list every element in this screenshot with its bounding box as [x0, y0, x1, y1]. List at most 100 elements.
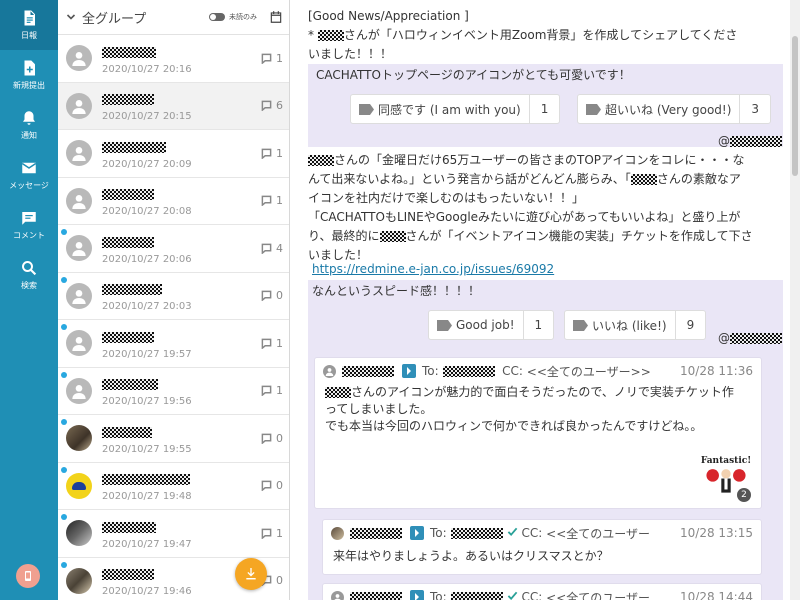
list-item[interactable]: 2020/10/27 20:16 1	[58, 35, 289, 83]
comment-count: 0	[261, 289, 283, 302]
comment-count: 1	[261, 527, 283, 540]
fantastic-sticker[interactable]: Fantastic! 2	[699, 456, 753, 502]
expand-button[interactable]	[410, 590, 424, 600]
comment-card: To: CC: <<全てのユーザー 10/28 13:15 来年はやりましょうよ…	[322, 519, 762, 575]
count-value: 1	[276, 384, 283, 398]
unread-dot	[61, 419, 67, 425]
tag-icon	[573, 319, 588, 331]
bell-icon	[23, 111, 35, 125]
pixelated-name	[730, 332, 782, 344]
unread-dot	[61, 466, 67, 473]
person-icon	[72, 384, 86, 399]
pixelated-name	[102, 284, 162, 296]
to-label: To:	[422, 364, 439, 378]
check-icon	[507, 591, 517, 600]
comment-text: ってしまいました。	[325, 402, 433, 416]
list-item[interactable]: 2020/10/27 19:47 1	[58, 510, 289, 558]
comment-time: 10/28 13:15	[680, 526, 753, 540]
nav-label: 通知	[21, 131, 37, 140]
avatar	[323, 364, 336, 378]
mention[interactable]: @	[718, 134, 782, 148]
download-icon	[246, 568, 256, 580]
list-item[interactable]: 2020/10/27 20:06 4	[58, 225, 289, 273]
cc-value: <<全てのユーザー	[546, 590, 651, 600]
scrollbar[interactable]	[790, 0, 800, 600]
nav-search[interactable]: 検索	[0, 250, 58, 300]
comment-text: でも本当は今回のハロウィンで何かできれば良かったんですけどね。。	[325, 419, 703, 433]
nav-messages[interactable]: メッセージ	[0, 150, 58, 200]
expand-button[interactable]	[410, 526, 424, 540]
list-item[interactable]: 2020/10/27 19:48 0	[58, 463, 289, 510]
reaction-label: 同感です (I am with you)	[378, 102, 521, 117]
count-value: 1	[276, 526, 283, 540]
reaction-button[interactable]: いいね (like!) 9	[564, 310, 707, 340]
avatar	[66, 187, 92, 214]
read-check	[503, 526, 522, 540]
reaction-button[interactable]: Good job! 1	[428, 310, 555, 340]
expand-button[interactable]	[402, 364, 416, 378]
comment-icon	[261, 148, 272, 159]
count-value: 1	[276, 146, 283, 160]
chevron-right-icon	[407, 367, 411, 375]
unread-dot	[61, 514, 67, 520]
list-item[interactable]: 2020/10/27 20:15 6	[58, 82, 289, 130]
chevron-down-icon[interactable]	[66, 12, 76, 22]
group-title[interactable]: 全グループ	[82, 8, 209, 27]
nav-notifications[interactable]: 通知	[0, 100, 58, 150]
nav-comments[interactable]: コメント	[0, 200, 58, 250]
list-item[interactable]: 2020/10/27 20:09 1	[58, 130, 289, 178]
pixelated-name	[630, 174, 657, 185]
pixelated-name	[102, 46, 156, 58]
comment-count: 0	[261, 432, 283, 445]
download-button[interactable]	[235, 558, 267, 590]
avatar	[66, 282, 92, 309]
comment-icon	[261, 433, 272, 444]
reaction-button[interactable]: 同感です (I am with you) 1	[350, 94, 561, 124]
row-time: 2020/10/27 20:15	[102, 111, 192, 123]
sticker-count: 2	[737, 488, 751, 502]
cc-value: <<全てのユーザー>>	[526, 364, 651, 379]
nav-daily-report[interactable]: 日報	[0, 0, 58, 50]
pixelated-name	[102, 141, 166, 153]
unread-toggle[interactable]	[209, 13, 225, 21]
list-item[interactable]: 2020/10/27 20:08 1	[58, 178, 289, 225]
pixelated-name	[102, 94, 154, 106]
reaction-button[interactable]: 超いいね (Very good!) 3	[577, 94, 772, 124]
calendar-icon[interactable]	[269, 10, 283, 24]
person-icon	[72, 99, 86, 114]
comment-body: さんのアイコンが魅力的で面白そうだったので、ノリで実装チケット作 ってしまいまし…	[315, 384, 761, 435]
phone-button[interactable]	[16, 564, 40, 588]
row-time: 2020/10/27 20:03	[102, 301, 192, 313]
comment-icon	[261, 53, 272, 64]
reaction-label: 超いいね (Very good!)	[605, 102, 732, 117]
nav-new-submit[interactable]: 新規提出	[0, 50, 58, 100]
comment-icon	[261, 290, 272, 302]
comment-count: 6	[261, 99, 283, 112]
avatar	[66, 520, 92, 547]
pixelated-name	[450, 591, 503, 600]
comment-header: To: CC: <<全てのユーザー>> 10/28 11:36	[315, 358, 761, 384]
ticket-link[interactable]: https://redmine.e-jan.co.jp/issues/69092	[312, 262, 554, 276]
person-icon	[334, 593, 341, 600]
list-item[interactable]: 2020/10/27 20:03 0	[58, 273, 289, 320]
mention[interactable]: @	[718, 331, 782, 345]
person-icon	[72, 289, 86, 304]
to-label: To:	[430, 526, 447, 540]
count-value: 1	[276, 336, 283, 350]
comment-icon	[261, 480, 272, 492]
avatar	[66, 472, 92, 499]
comment-count: 1	[261, 52, 283, 65]
row-time: 2020/10/27 19:47	[102, 538, 192, 550]
intro-text: さんが「ハロウィンイベント用Zoom背景」を作成してシェアしてくださ	[343, 28, 738, 42]
comment-card: To: CC: <<全てのユーザー 10/28 14:44	[322, 583, 762, 600]
pixelated-name	[325, 387, 351, 398]
phone-icon	[25, 571, 31, 581]
list-item[interactable]: 2020/10/27 19:56 1	[58, 368, 289, 415]
list-item[interactable]: 2020/10/27 19:55 0	[58, 415, 289, 463]
unread-dot	[61, 276, 67, 283]
list-item[interactable]: 2020/10/27 19:57 1	[58, 320, 289, 368]
unread-dot	[61, 229, 67, 235]
scroll-thumb[interactable]	[792, 36, 798, 176]
thread-paragraph: さんの「金曜日だけ65万ユーザーの皆さまのTOPアイコンをコレに・・・な んて出…	[308, 151, 778, 265]
pixelated-name	[102, 189, 154, 201]
